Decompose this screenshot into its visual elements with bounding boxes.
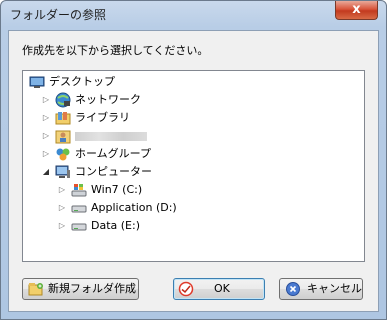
expand-arrow-icon[interactable]: ▷: [41, 127, 51, 145]
title-bar[interactable]: フォルダーの参照 x: [1, 1, 386, 27]
window-title: フォルダーの参照: [10, 8, 107, 22]
dialog-body: 作成先を以下から選択してください。 デスクトップ ▷ ネットワーク ▷ ライブラ…: [8, 30, 379, 312]
cancel-button[interactable]: キャンセル: [279, 278, 363, 300]
tree-item-drive-e[interactable]: ▷ Data (E:): [25, 217, 355, 235]
user-folder-icon: [55, 128, 71, 144]
tree-item-library[interactable]: ▷ ライブラリ: [25, 109, 355, 127]
ok-button[interactable]: OK: [173, 278, 265, 300]
tree-item-desktop[interactable]: デスクトップ: [25, 73, 355, 91]
tree-item-label: コンピューター: [75, 165, 152, 178]
ok-check-icon: [178, 281, 194, 297]
instruction-text: 作成先を以下から選択してください。: [22, 44, 209, 57]
tree-item-label: ネットワーク: [75, 93, 141, 106]
folder-browse-dialog: フォルダーの参照 x 作成先を以下から選択してください。 デスクトップ ▷ ネッ…: [0, 0, 387, 320]
tree-item-label: Win7 (C:): [91, 183, 143, 196]
cancel-icon: [285, 281, 301, 297]
network-icon: [55, 92, 71, 108]
tree-item-computer[interactable]: ◢ コンピューター: [25, 163, 355, 181]
tree-item-label: Data (E:): [91, 219, 141, 232]
tree-item-label: Application (D:): [91, 201, 177, 214]
expand-arrow-icon[interactable]: ▷: [57, 199, 67, 217]
drive-icon: [71, 218, 87, 234]
collapse-arrow-icon[interactable]: ◢: [41, 163, 51, 181]
cancel-label: キャンセル: [307, 282, 362, 295]
system-drive-icon: [71, 182, 87, 198]
tree-item-label: ライブラリ: [75, 111, 130, 124]
new-folder-label: 新規フォルダ作成: [48, 282, 136, 295]
desktop-icon: [29, 74, 45, 90]
close-icon: x: [352, 2, 361, 17]
tree-item-homegroup[interactable]: ▷ ホームグループ: [25, 145, 355, 163]
tree-item-user-folder[interactable]: ▷: [25, 127, 355, 145]
tree-item-label: ホームグループ: [75, 147, 152, 160]
expand-arrow-icon[interactable]: ▷: [41, 91, 51, 109]
ok-label: OK: [214, 282, 230, 295]
folder-tree[interactable]: デスクトップ ▷ ネットワーク ▷ ライブラリ ▷ ▷ ホームグループ ◢ コン…: [22, 70, 365, 262]
tree-item-label: デスクトップ: [49, 75, 115, 88]
tree-item-drive-d[interactable]: ▷ Application (D:): [25, 199, 355, 217]
close-button[interactable]: x: [335, 1, 378, 20]
expand-arrow-icon[interactable]: ▷: [41, 109, 51, 127]
tree-item-drive-c[interactable]: ▷ Win7 (C:): [25, 181, 355, 199]
obscured-name: [75, 132, 147, 141]
homegroup-icon: [55, 146, 71, 162]
new-folder-icon: [28, 281, 44, 297]
expand-arrow-icon[interactable]: ▷: [57, 181, 67, 199]
tree-item-network[interactable]: ▷ ネットワーク: [25, 91, 355, 109]
library-icon: [55, 110, 71, 126]
expand-arrow-icon[interactable]: ▷: [57, 217, 67, 235]
expand-arrow-icon[interactable]: ▷: [41, 145, 51, 163]
drive-icon: [71, 200, 87, 216]
computer-icon: [55, 164, 71, 180]
new-folder-button[interactable]: 新規フォルダ作成: [22, 278, 139, 300]
